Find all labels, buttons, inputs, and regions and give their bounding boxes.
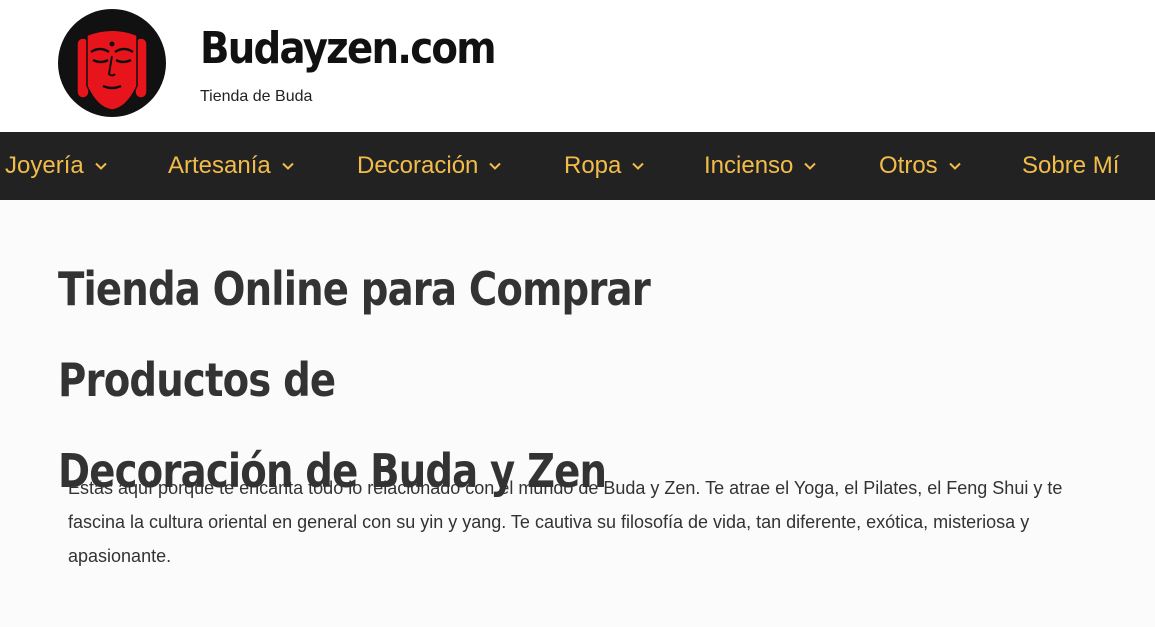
nav-item-label: Decoración <box>357 152 479 179</box>
main-nav: Joyería Artesanía Decoración Ropa Incien… <box>0 132 1155 200</box>
chevron-down-icon <box>631 159 645 173</box>
nav-item-label: Joyería <box>5 152 84 179</box>
nav-item-decoracion[interactable]: Decoración <box>357 132 502 200</box>
chevron-down-icon <box>94 159 108 173</box>
site-header: Budayzen.com Tienda de Buda <box>0 0 1155 132</box>
nav-item-label: Otros <box>879 152 938 179</box>
chevron-down-icon <box>281 159 295 173</box>
buddha-logo[interactable] <box>57 8 167 118</box>
site-title[interactable]: Budayzen.com <box>200 18 497 80</box>
site-tagline: Tienda de Buda <box>200 88 313 105</box>
nav-item-otros[interactable]: Otros <box>879 132 962 200</box>
intro-paragraph: Estás aquí porque te encanta todo lo rel… <box>68 478 1063 566</box>
page-title-line-1: Tienda Online para Comprar Productos de <box>58 262 651 407</box>
nav-item-label: Sobre Mí <box>1022 152 1120 179</box>
chevron-down-icon <box>948 159 962 173</box>
main-content: Tienda Online para Comprar Productos de … <box>0 200 1155 627</box>
chevron-down-icon <box>488 159 502 173</box>
nav-item-label: Incienso <box>704 152 794 179</box>
chevron-down-icon <box>803 159 817 173</box>
nav-item-label: Ropa <box>564 152 622 179</box>
nav-item-label: Artesanía <box>168 152 271 179</box>
nav-item-joyeria[interactable]: Joyería <box>5 132 108 200</box>
nav-item-artesania[interactable]: Artesanía <box>168 132 295 200</box>
nav-item-incienso[interactable]: Incienso <box>704 132 817 200</box>
nav-item-ropa[interactable]: Ropa <box>564 132 645 200</box>
nav-item-sobre-mi[interactable]: Sobre Mí <box>1022 132 1119 200</box>
